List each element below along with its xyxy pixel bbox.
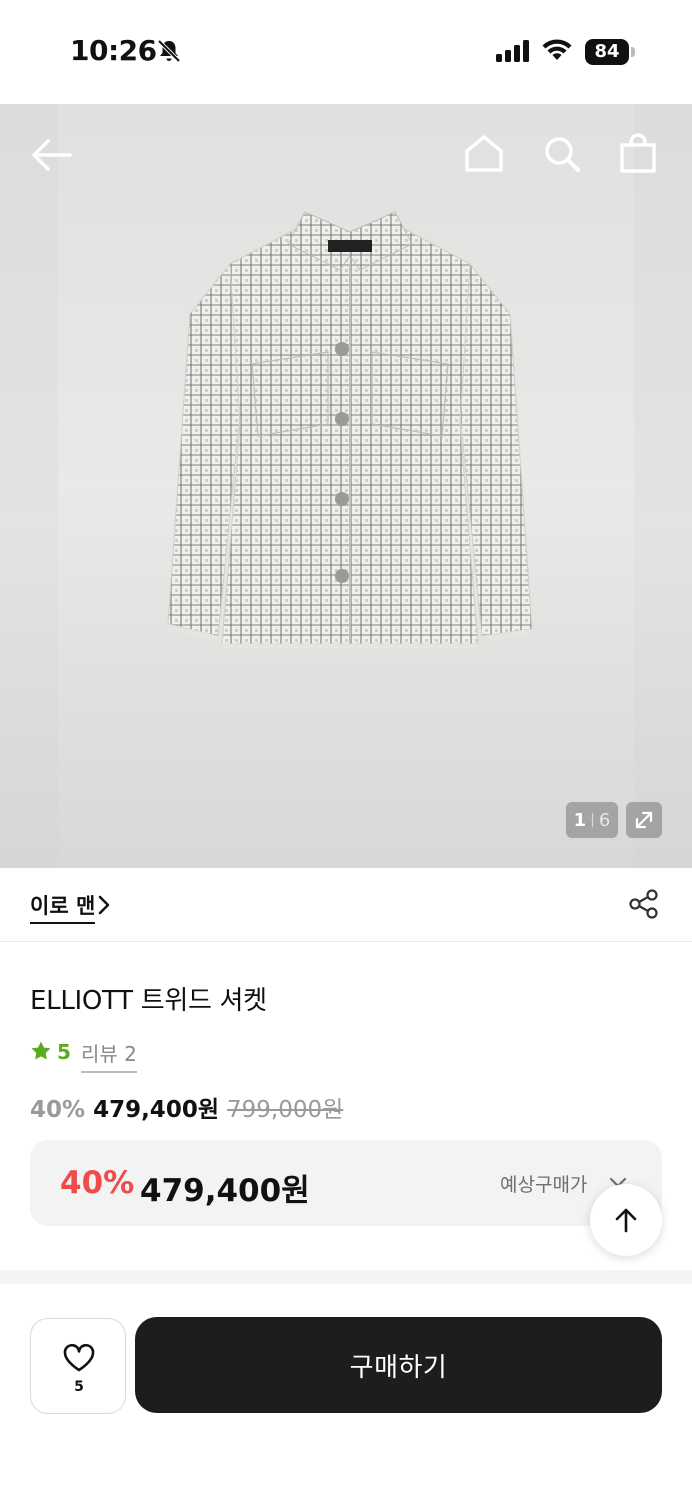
home-icon[interactable] [462, 132, 506, 176]
signal-icon [496, 40, 529, 62]
bell-slash-icon [157, 39, 181, 63]
discount-rate: 40% [30, 1097, 86, 1123]
review-count-link[interactable]: 리뷰 2 [81, 1038, 137, 1073]
brand-link[interactable]: 이로 맨 [30, 890, 96, 924]
sale-price: 479,400원 [93, 1097, 219, 1123]
arrow-up-icon [615, 1208, 637, 1233]
like-count: 5 [74, 1379, 84, 1395]
status-time: 10:26 [70, 34, 157, 67]
heart-icon [63, 1343, 95, 1372]
scroll-to-top-button[interactable] [590, 1184, 662, 1256]
share-icon[interactable] [628, 888, 660, 920]
expected-discount-rate: 40% [60, 1165, 135, 1201]
battery-icon: 84 [585, 39, 629, 65]
image-page-counter: 1 | 6 [566, 802, 618, 838]
page-separator: | [590, 812, 595, 828]
product-title: ELLIOTT 트위드 셔켓 [30, 986, 267, 1016]
expected-price-box[interactable]: 40% 479,400원 예상구매가 [30, 1140, 662, 1226]
section-divider [0, 1270, 692, 1284]
battery-cap [631, 47, 635, 57]
buy-button[interactable]: 구매하기 [135, 1317, 662, 1413]
chevron-right-icon[interactable] [96, 894, 112, 916]
expected-price: 479,400원 [140, 1173, 310, 1209]
expand-icon [635, 811, 653, 829]
page-total: 6 [598, 809, 611, 831]
original-price: 799,000원 [226, 1097, 344, 1123]
page-current: 1 [573, 809, 587, 831]
tweed-jacket-product-photo [167, 211, 533, 650]
expected-price-label: 예상구매가 [500, 1174, 588, 1196]
like-button[interactable]: 5 [30, 1318, 126, 1414]
price-row: 40% 479,400원 799,000원 [30, 1090, 343, 1124]
search-icon[interactable] [540, 132, 584, 176]
rating-value: 5 [57, 1040, 71, 1064]
wifi-icon [542, 39, 572, 60]
product-image-gallery[interactable]: 1 | 6 [0, 104, 692, 868]
brand-row: 이로 맨 [0, 868, 692, 942]
shopping-bag-icon[interactable] [616, 132, 660, 176]
expand-image-button[interactable] [626, 802, 662, 838]
status-bar: 10:26 84 [0, 0, 692, 104]
star-icon [31, 1041, 51, 1060]
back-arrow-icon[interactable] [28, 132, 74, 178]
